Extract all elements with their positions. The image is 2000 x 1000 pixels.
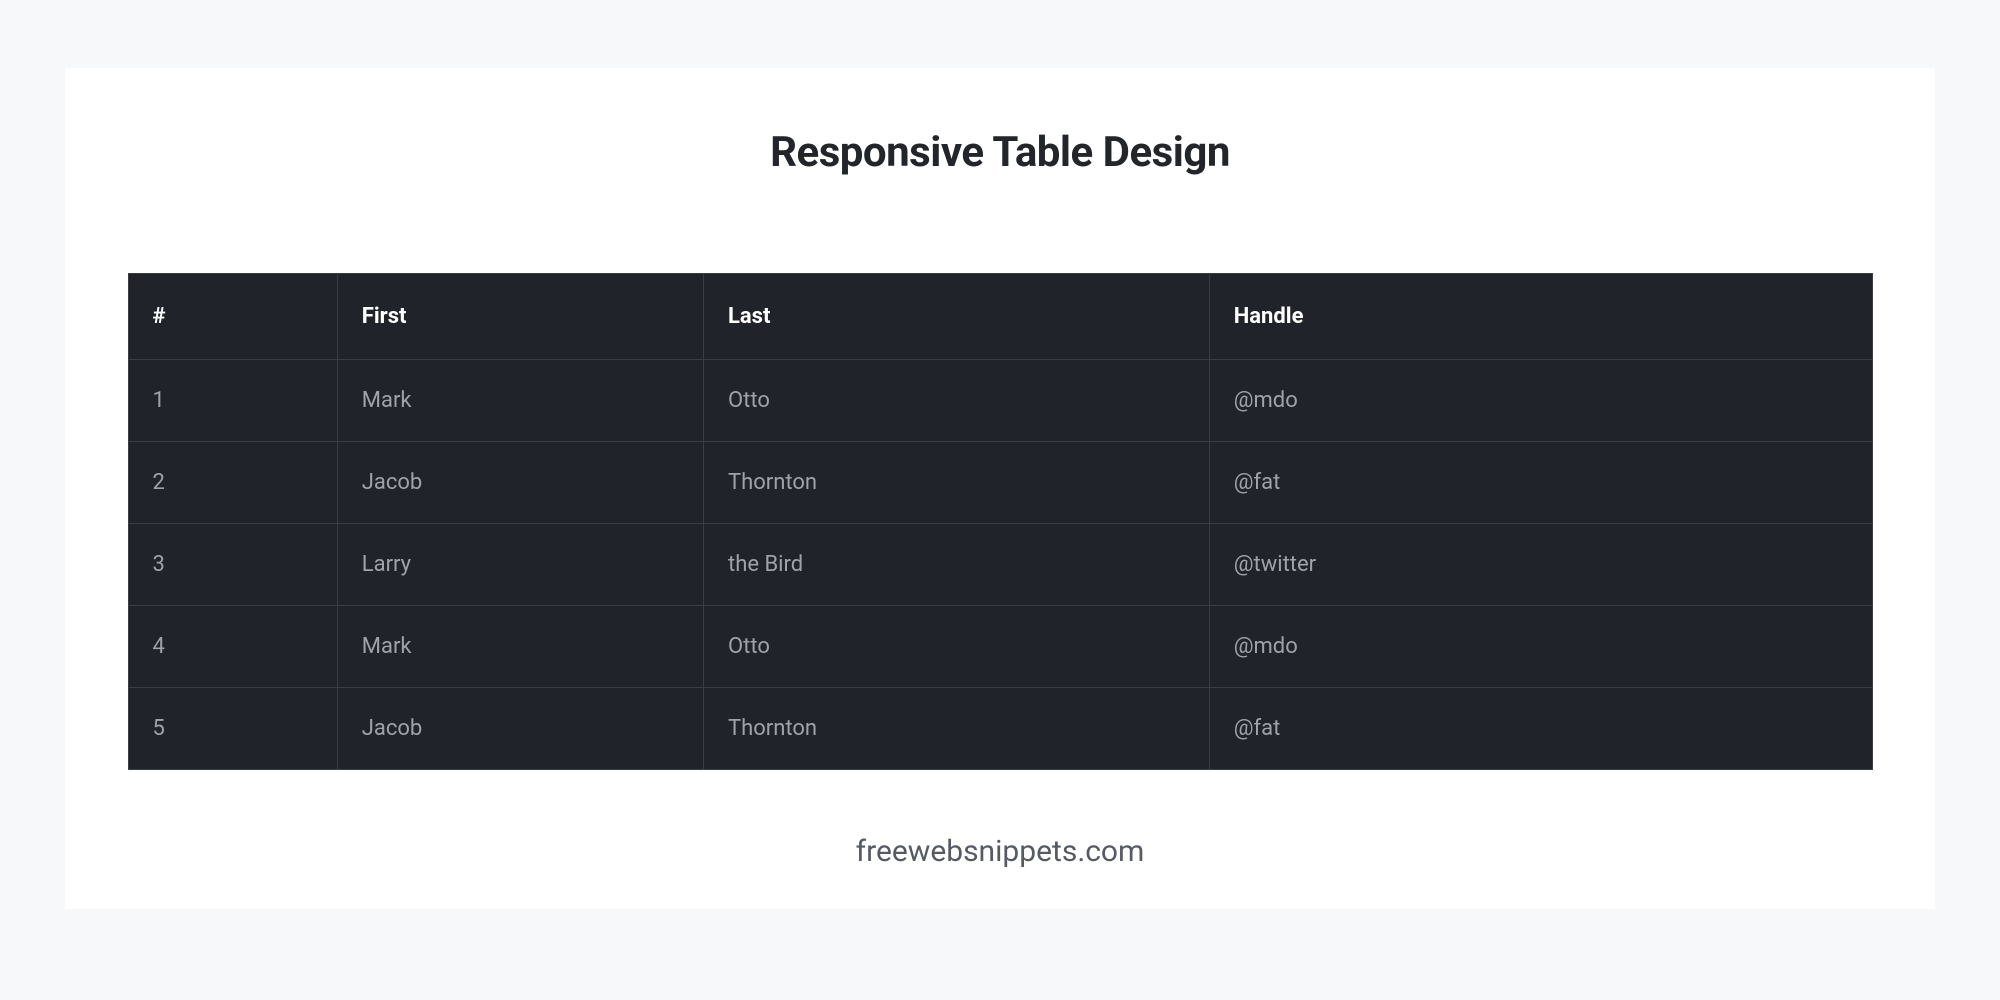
cell-first: Jacob (337, 442, 703, 524)
cell-first: Mark (337, 606, 703, 688)
cell-handle: @twitter (1209, 524, 1872, 606)
table-row: 1MarkOtto@mdo (128, 360, 1872, 442)
col-header-index: # (128, 274, 337, 360)
cell-index: 2 (128, 442, 337, 524)
cell-handle: @fat (1209, 442, 1872, 524)
cell-index: 1 (128, 360, 337, 442)
cell-first: Jacob (337, 688, 703, 770)
table-row: 3Larrythe Bird@twitter (128, 524, 1872, 606)
cell-last: Otto (704, 606, 1210, 688)
col-header-last: Last (704, 274, 1210, 360)
page-title: Responsive Table Design (65, 128, 1935, 177)
table-head: # First Last Handle (128, 274, 1872, 360)
footer-credit: freewebsnippets.com (65, 834, 1935, 869)
table-row: 5JacobThornton@fat (128, 688, 1872, 770)
table-container: # First Last Handle 1MarkOtto@mdo2JacobT… (128, 273, 1873, 770)
table-header-row: # First Last Handle (128, 274, 1872, 360)
cell-last: the Bird (704, 524, 1210, 606)
col-header-first: First (337, 274, 703, 360)
cell-handle: @fat (1209, 688, 1872, 770)
cell-first: Larry (337, 524, 703, 606)
cell-handle: @mdo (1209, 606, 1872, 688)
cell-last: Thornton (704, 688, 1210, 770)
col-header-handle: Handle (1209, 274, 1872, 360)
table-body: 1MarkOtto@mdo2JacobThornton@fat3Larrythe… (128, 360, 1872, 770)
cell-index: 3 (128, 524, 337, 606)
content-card: Responsive Table Design # First Last Han… (65, 68, 1935, 909)
cell-index: 4 (128, 606, 337, 688)
data-table: # First Last Handle 1MarkOtto@mdo2JacobT… (128, 273, 1873, 770)
cell-last: Otto (704, 360, 1210, 442)
table-row: 4MarkOtto@mdo (128, 606, 1872, 688)
cell-first: Mark (337, 360, 703, 442)
cell-last: Thornton (704, 442, 1210, 524)
cell-handle: @mdo (1209, 360, 1872, 442)
cell-index: 5 (128, 688, 337, 770)
table-row: 2JacobThornton@fat (128, 442, 1872, 524)
